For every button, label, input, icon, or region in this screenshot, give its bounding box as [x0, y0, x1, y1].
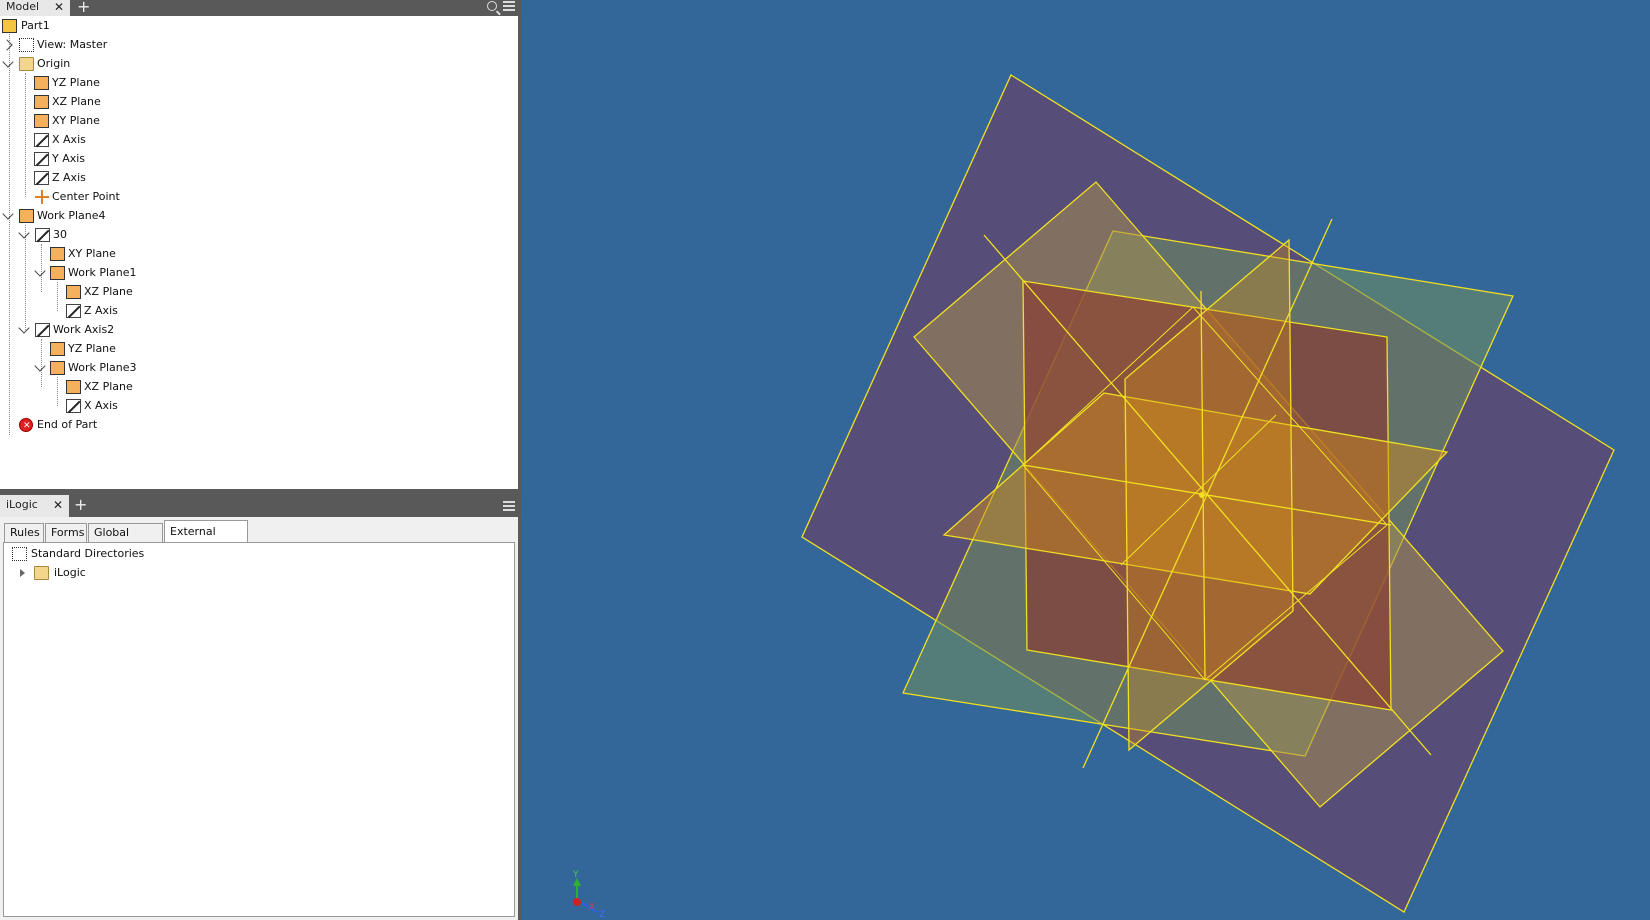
work-axis-icon	[34, 152, 49, 166]
work-plane-icon	[34, 73, 50, 90]
close-icon[interactable]: ✕	[54, 0, 64, 14]
tree-item-label: XY Plane	[68, 247, 116, 260]
work-plane-icon	[50, 339, 66, 356]
tree-item-label: XZ Plane	[84, 380, 133, 393]
tree-item-label: Z Axis	[52, 171, 86, 184]
close-icon[interactable]: ✕	[53, 495, 63, 515]
triad-x-label: X	[589, 902, 595, 911]
work-axis-icon	[34, 171, 49, 185]
external-rules-tree: Standard Directories iLogic	[3, 542, 515, 917]
triad-y-label: Y	[572, 870, 579, 880]
tree-guide-line	[57, 377, 58, 406]
tree-item-label: Part1	[21, 19, 50, 32]
work-plane-icon	[50, 263, 66, 280]
model-browser-tree: Part1 View: Master Origin YZ Plane XZ Pl…	[0, 16, 521, 489]
folder-icon	[34, 566, 49, 580]
chevron-down-icon[interactable]	[34, 265, 46, 277]
work-axis-icon	[66, 304, 81, 318]
tree-item-label: View: Master	[37, 38, 108, 51]
tab-ilogic[interactable]: iLogic ✕	[0, 495, 69, 517]
tab-forms[interactable]: Forms	[45, 523, 87, 542]
tab-model-label: Model	[6, 0, 40, 13]
work-plane-icon	[66, 377, 82, 394]
add-tab-icon[interactable]: +	[77, 0, 90, 15]
chevron-down-icon[interactable]	[2, 208, 14, 220]
view-icon	[19, 38, 34, 52]
tree-item-label: X Axis	[52, 133, 86, 146]
triad-z-label: Z	[599, 910, 605, 920]
model-tabbar: Model ✕ +	[0, 0, 521, 16]
work-plane-icon	[50, 244, 66, 261]
tree-item-label: YZ Plane	[68, 342, 116, 355]
work-plane-icon	[34, 111, 50, 128]
part-icon	[2, 19, 17, 33]
work-plane-icon	[19, 206, 35, 223]
tree-item-label: X Axis	[84, 399, 118, 412]
add-tab-icon[interactable]: +	[74, 497, 87, 513]
tree-guide-line	[57, 282, 58, 311]
graphics-viewport[interactable]: Y X Z	[521, 0, 1650, 920]
tree-item-label: YZ Plane	[52, 76, 100, 89]
work-axis-icon	[66, 399, 81, 413]
center-point-marker[interactable]	[1199, 492, 1205, 498]
tree-item-label: Work Axis2	[53, 323, 115, 336]
work-axis-icon	[35, 323, 50, 337]
ilogic-panel: Rules Forms Global Forms External Rules …	[0, 517, 521, 920]
tree-item-label: Work Plane4	[37, 209, 106, 222]
tree-item-label: Work Plane1	[68, 266, 137, 279]
tree-item-label: Origin	[37, 57, 71, 70]
tree-item-label: End of Part	[37, 418, 98, 431]
ilogic-tabbar: iLogic ✕ +	[0, 495, 521, 517]
work-plane-icon	[50, 358, 66, 375]
tree-item-label: iLogic	[54, 566, 86, 579]
tree-guide-line	[25, 73, 26, 197]
triad-origin	[573, 898, 581, 906]
end-of-part-icon	[19, 416, 33, 436]
tree-item-label: XZ Plane	[52, 95, 101, 108]
work-plane-icon	[66, 282, 82, 299]
menu-icon[interactable]	[503, 1, 515, 11]
chevron-down-icon[interactable]	[18, 322, 30, 334]
tree-guide-line	[9, 26, 10, 435]
left-panel: Model ✕ + Part1 View: Master Origin YZ P…	[0, 0, 521, 920]
tab-global-forms[interactable]: Global Forms	[88, 523, 163, 557]
center-point-icon	[35, 190, 50, 204]
chevron-down-icon[interactable]	[34, 360, 46, 372]
chevron-right-icon[interactable]	[1, 39, 13, 51]
work-plane-icon	[34, 92, 50, 109]
scene-canvas[interactable]: Y X Z	[521, 0, 1650, 920]
work-axis-icon	[35, 228, 50, 242]
tree-item-label: Standard Directories	[31, 547, 145, 560]
folder-icon	[19, 57, 34, 71]
tree-item-label: XZ Plane	[84, 285, 133, 298]
menu-icon[interactable]	[503, 501, 515, 511]
chevron-down-icon[interactable]	[2, 56, 14, 68]
tree-item-label: Center Point	[52, 190, 120, 203]
tree-guide-line	[25, 225, 26, 330]
view-triad: Y X Z	[572, 870, 605, 920]
tree-item-label: XY Plane	[52, 114, 100, 127]
tree-item-label: 30	[53, 228, 67, 241]
tab-ilogic-label: iLogic	[6, 498, 38, 511]
expand-triangle-icon[interactable]	[20, 569, 25, 577]
search-icon[interactable]	[487, 1, 497, 11]
directories-icon	[12, 547, 27, 561]
tree-item-label: Y Axis	[52, 152, 86, 165]
tree-item-label: Z Axis	[84, 304, 118, 317]
work-axis-icon	[34, 133, 49, 147]
tree-item-label: Work Plane3	[68, 361, 137, 374]
tab-external-rules[interactable]: External Rules	[164, 520, 248, 559]
tab-model[interactable]: Model ✕	[0, 0, 70, 16]
tab-rules[interactable]: Rules	[4, 523, 44, 542]
chevron-down-icon[interactable]	[18, 227, 30, 239]
